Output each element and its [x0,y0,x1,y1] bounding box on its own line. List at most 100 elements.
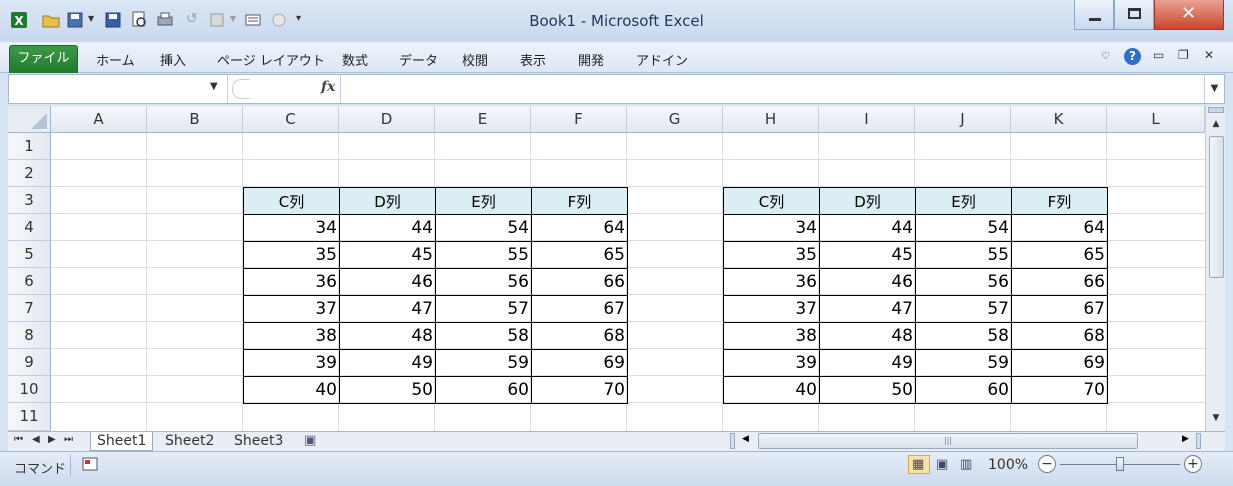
column-header-g[interactable]: G [627,106,723,133]
data-cell[interactable]: 34 [243,214,340,242]
data-cell[interactable]: 44 [819,214,916,242]
data-cell[interactable]: 68 [1011,322,1108,350]
column-header-f[interactable]: F [531,106,627,133]
scroll-up-icon[interactable]: ▲ [1206,116,1226,132]
data-cell[interactable]: 70 [531,376,628,404]
scroll-left-icon[interactable]: ◀ [742,434,749,444]
sheet-tab-sheet1[interactable]: Sheet1 [90,432,154,451]
formula-splitter-icon[interactable] [232,79,250,99]
row-header-2[interactable]: 2 [8,160,51,187]
data-cell[interactable]: 55 [435,241,532,269]
row-header-10[interactable]: 10 [8,376,51,403]
tab-formulas[interactable]: 数式 [342,50,368,69]
data-cell[interactable]: 37 [243,295,340,323]
data-cell[interactable]: 45 [339,241,436,269]
data-cell[interactable]: 58 [435,322,532,350]
data-cell[interactable]: 57 [435,295,532,323]
column-header-b[interactable]: B [147,106,243,133]
tab-file[interactable]: ファイル [9,45,78,73]
tab-view[interactable]: 表示 [520,50,546,69]
data-cell[interactable]: 35 [243,241,340,269]
data-cell[interactable]: 57 [915,295,1012,323]
workbook-close-icon[interactable]: ✕ [1204,48,1214,62]
data-cell[interactable]: 38 [723,322,820,350]
data-cell[interactable]: 69 [531,349,628,377]
zoom-level[interactable]: 100% [988,457,1028,473]
prev-sheet-icon[interactable]: ◀ [32,434,40,445]
data-cell[interactable]: 38 [243,322,340,350]
data-cell[interactable]: 36 [723,268,820,296]
tab-addins[interactable]: アドイン [636,50,688,69]
column-header-h[interactable]: H [723,106,819,133]
page-layout-view-button[interactable]: ▣ [932,455,954,474]
data-cell[interactable]: 46 [819,268,916,296]
column-header-a[interactable]: A [51,106,147,133]
normal-view-button[interactable]: ▦ [908,455,930,474]
data-cell[interactable]: 48 [819,322,916,350]
data-cell[interactable]: 34 [723,214,820,242]
column-header-e[interactable]: E [435,106,531,133]
horizontal-scrollbar[interactable]: ◀ ||| ▶ [728,432,1208,451]
data-cell[interactable]: 56 [435,268,532,296]
column-header-j[interactable]: J [915,106,1011,133]
ribbon-minimize-icon[interactable]: ♡ [1101,51,1110,62]
sheet-tab-sheet2[interactable]: Sheet2 [159,432,220,451]
data-cell[interactable]: 49 [339,349,436,377]
tab-split-handle[interactable] [730,433,735,449]
column-header-k[interactable]: K [1011,106,1107,133]
header-cell[interactable]: C列 [243,187,340,215]
data-cell[interactable]: 59 [915,349,1012,377]
scroll-down-icon[interactable]: ▼ [1206,410,1226,426]
insert-sheet-icon[interactable]: ▣ [304,433,316,448]
header-cell[interactable]: D列 [819,187,916,215]
data-cell[interactable]: 66 [531,268,628,296]
scroll-right-icon[interactable]: ▶ [1182,434,1189,444]
macro-record-icon[interactable] [82,457,98,471]
select-all-button[interactable] [8,106,51,133]
header-cell[interactable]: F列 [531,187,628,215]
row-header-6[interactable]: 6 [8,268,51,295]
data-cell[interactable]: 65 [531,241,628,269]
data-cell[interactable]: 54 [915,214,1012,242]
data-cell[interactable]: 48 [339,322,436,350]
name-box[interactable]: ▼ [9,75,228,103]
zoom-slider-thumb[interactable] [1116,457,1124,471]
header-cell[interactable]: C列 [723,187,820,215]
first-sheet-icon[interactable]: ⏮ [14,434,23,445]
hscroll-split-handle[interactable] [1196,433,1201,449]
column-header-c[interactable]: C [243,106,339,133]
data-cell[interactable]: 39 [243,349,340,377]
page-break-view-button[interactable]: ▥ [956,455,978,474]
data-cell[interactable]: 40 [723,376,820,404]
horizontal-scroll-thumb[interactable]: ||| [758,433,1138,449]
data-cell[interactable]: 47 [819,295,916,323]
column-header-i[interactable]: I [819,106,915,133]
column-header-l[interactable]: L [1107,106,1205,133]
data-cell[interactable]: 65 [1011,241,1108,269]
name-box-dropdown-icon[interactable]: ▼ [210,81,218,92]
data-cell[interactable]: 50 [819,376,916,404]
data-cell[interactable]: 40 [243,376,340,404]
row-header-3[interactable]: 3 [8,187,51,214]
tab-page-layout[interactable]: ページ レイアウト [217,50,325,69]
data-cell[interactable]: 54 [435,214,532,242]
row-header-7[interactable]: 7 [8,295,51,322]
data-cell[interactable]: 64 [1011,214,1108,242]
close-button[interactable]: ✕ [1154,0,1224,30]
tab-developer[interactable]: 開発 [578,50,604,69]
worksheet-grid[interactable]: A B C D E F G H I J K L 1 2 3 4 5 6 7 8 … [8,106,1205,431]
workbook-restore-icon[interactable]: ❐ [1178,48,1189,62]
data-cell[interactable]: 45 [819,241,916,269]
data-cell[interactable]: 60 [435,376,532,404]
data-cell[interactable]: 59 [435,349,532,377]
next-sheet-icon[interactable]: ▶ [48,434,56,445]
data-cell[interactable]: 36 [243,268,340,296]
maximize-button[interactable] [1114,0,1154,30]
tab-insert[interactable]: 挿入 [160,50,186,69]
row-header-11[interactable]: 11 [8,403,51,431]
row-header-4[interactable]: 4 [8,214,51,241]
row-header-8[interactable]: 8 [8,322,51,349]
data-cell[interactable]: 68 [531,322,628,350]
data-cell[interactable]: 66 [1011,268,1108,296]
column-header-d[interactable]: D [339,106,435,133]
